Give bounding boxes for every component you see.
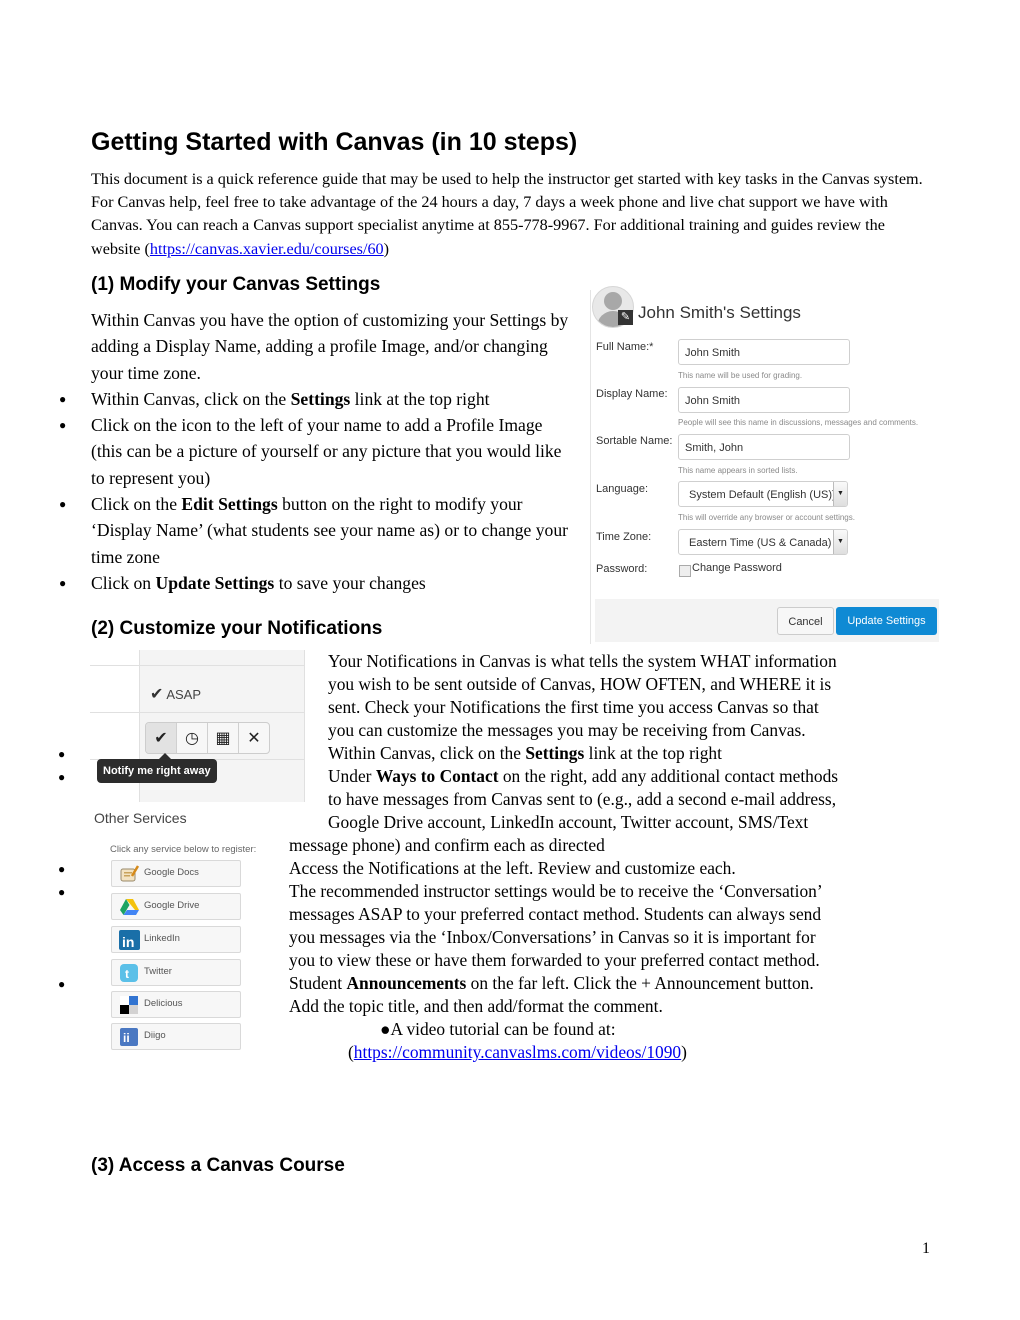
- list-item: The recommended instructor settings woul…: [289, 881, 823, 901]
- bullet-icon: ●: [58, 747, 66, 761]
- linkedin-icon: in: [119, 930, 140, 950]
- service-diigo[interactable]: ii Diigo: [111, 1023, 241, 1050]
- divider: [90, 665, 304, 666]
- other-services-hint: Click any service below to register:: [110, 844, 257, 855]
- list-item: Access the Notifications at the left. Re…: [289, 858, 736, 878]
- notification-panel: ✔ ASAP ✔ ◷ ▦ ✕ Notify me right away: [90, 650, 305, 802]
- list-item-continued: messages ASAP to your preferred contact …: [289, 904, 822, 924]
- google-drive-icon: [120, 899, 139, 915]
- sortable-name-label: Sortable Name:: [596, 435, 673, 447]
- asap-status: ✔ ASAP: [150, 686, 201, 703]
- section2-line: sent. Check your Notifications the first…: [328, 697, 819, 717]
- section2-line: you can customize the messages you may b…: [328, 720, 806, 740]
- diigo-icon: ii: [120, 1028, 138, 1046]
- edit-pencil-icon[interactable]: ✎: [618, 310, 633, 325]
- other-services-title: Other Services: [94, 810, 187, 826]
- video-tutorial-link[interactable]: https://community.canvaslms.com/videos/1…: [354, 1042, 681, 1062]
- service-google-drive[interactable]: Google Drive: [111, 893, 241, 920]
- section2-line: you wish to be sent outside of Canvas, H…: [328, 674, 832, 694]
- display-name-hint: People will see this name in discussions…: [678, 418, 919, 427]
- video-tutorial-label: ●A video tutorial can be found at:: [380, 1019, 616, 1039]
- page-title: Getting Started with Canvas (in 10 steps…: [91, 128, 578, 156]
- list-item: Under Ways to Contact on the right, add …: [328, 766, 839, 786]
- check-icon[interactable]: ✔: [146, 723, 177, 753]
- bullet-icon: ●: [59, 418, 67, 433]
- list-item-continued: to have messages from Canvas sent to (e.…: [328, 789, 837, 809]
- list-item: Student Announcements on the far left. C…: [289, 973, 814, 993]
- calendar-icon[interactable]: ▦: [208, 723, 239, 753]
- display-name-label: Display Name:: [596, 388, 668, 400]
- list-item-continued: Add the topic title, and then add/format…: [289, 996, 663, 1016]
- password-label: Password:: [596, 563, 648, 575]
- bullet-icon: ●: [59, 497, 67, 512]
- list-item-continued: Google Drive account, LinkedIn account, …: [328, 812, 809, 832]
- dropdown-arrow-icon[interactable]: ▼: [833, 482, 847, 506]
- bullet-icon: ●: [59, 575, 67, 590]
- bullet-icon: ●: [58, 885, 66, 899]
- svg-text:in: in: [122, 934, 134, 950]
- section1-body: Within Canvas you have the option of cus…: [59, 307, 571, 596]
- change-password-checkbox[interactable]: [679, 565, 691, 577]
- time-zone-select[interactable]: Eastern Time (US & Canada) ▼: [678, 529, 848, 555]
- tooltip: Notify me right away: [97, 753, 217, 783]
- clock-icon[interactable]: ◷: [177, 723, 208, 753]
- service-twitter[interactable]: t Twitter: [111, 959, 241, 986]
- display-name-input[interactable]: John Smith: [678, 387, 850, 413]
- bullet-icon: ●: [58, 770, 66, 784]
- service-delicious[interactable]: Delicious: [111, 991, 241, 1018]
- bullet-icon: ●: [59, 391, 67, 406]
- delicious-icon: [120, 996, 138, 1014]
- course-link[interactable]: https://canvas.xavier.edu/courses/60: [150, 240, 384, 258]
- list-item: ● Click on Update Settings to save your c…: [59, 570, 571, 596]
- list-item-continued: message phone) and confirm each as direc…: [289, 835, 605, 855]
- intro-paragraph: This document is a quick reference guide…: [91, 170, 923, 258]
- sortable-name-hint: This name appears in sorted lists.: [678, 466, 798, 475]
- language-hint: This will override any browser or accoun…: [678, 513, 855, 522]
- section3-heading: (3) Access a Canvas Course: [91, 1155, 345, 1176]
- section2-heading: (2) Customize your Notifications: [91, 618, 383, 639]
- language-label: Language:: [596, 483, 648, 495]
- sortable-name-input[interactable]: Smith, John: [678, 434, 850, 460]
- section1-paragraph: Within Canvas you have the option of cus…: [91, 310, 569, 383]
- divider: [590, 290, 591, 644]
- page-number: 1: [922, 1240, 930, 1257]
- close-icon[interactable]: ✕: [239, 723, 269, 753]
- language-select[interactable]: System Default (English (US)) ▼: [678, 481, 848, 507]
- list-item-continued: you to view these or have them forwarded…: [289, 950, 820, 970]
- frequency-buttons: ✔ ◷ ▦ ✕: [145, 722, 270, 754]
- full-name-hint: This name will be used for grading.: [678, 371, 803, 380]
- cancel-button[interactable]: Cancel: [777, 607, 834, 635]
- section1-heading: (1) Modify your Canvas Settings: [91, 274, 381, 295]
- settings-title: John Smith's Settings: [638, 303, 801, 322]
- list-item: ● Click on the Edit Settings button on th…: [59, 491, 571, 570]
- list-item: ● Click on the icon to the left of your n…: [59, 412, 571, 491]
- settings-footer: Cancel Update Settings: [595, 599, 939, 642]
- twitter-icon: t: [120, 964, 138, 982]
- svg-text:t: t: [125, 967, 129, 981]
- list-item: ● Within Canvas, click on the Settings li…: [59, 386, 571, 412]
- list-item-continued: you messages via the ‘Inbox/Conversation…: [289, 927, 816, 947]
- time-zone-label: Time Zone:: [596, 531, 652, 543]
- video-tutorial-line: (https://community.canvaslms.com/videos/…: [348, 1042, 687, 1062]
- list-item: Within Canvas, click on the Settings lin…: [328, 743, 722, 763]
- google-docs-icon: [120, 865, 140, 882]
- service-google-docs[interactable]: Google Docs: [111, 860, 241, 887]
- service-linkedin[interactable]: in LinkedIn: [111, 926, 241, 953]
- check-icon: ✔: [150, 686, 164, 703]
- svg-text:ii: ii: [123, 1031, 130, 1045]
- section2-line: Your Notifications in Canvas is what tel…: [328, 651, 837, 671]
- bullet-icon: ●: [58, 862, 66, 876]
- update-settings-button[interactable]: Update Settings: [836, 607, 937, 635]
- dropdown-arrow-icon[interactable]: ▼: [833, 530, 847, 554]
- full-name-input[interactable]: John Smith: [678, 339, 850, 365]
- change-password-label[interactable]: Change Password: [692, 562, 782, 574]
- full-name-label: Full Name:*: [596, 341, 654, 353]
- settings-panel: ✎ John Smith's Settings Full Name:* John…: [590, 284, 942, 644]
- bullet-icon: ●: [58, 977, 66, 991]
- divider: [90, 712, 304, 713]
